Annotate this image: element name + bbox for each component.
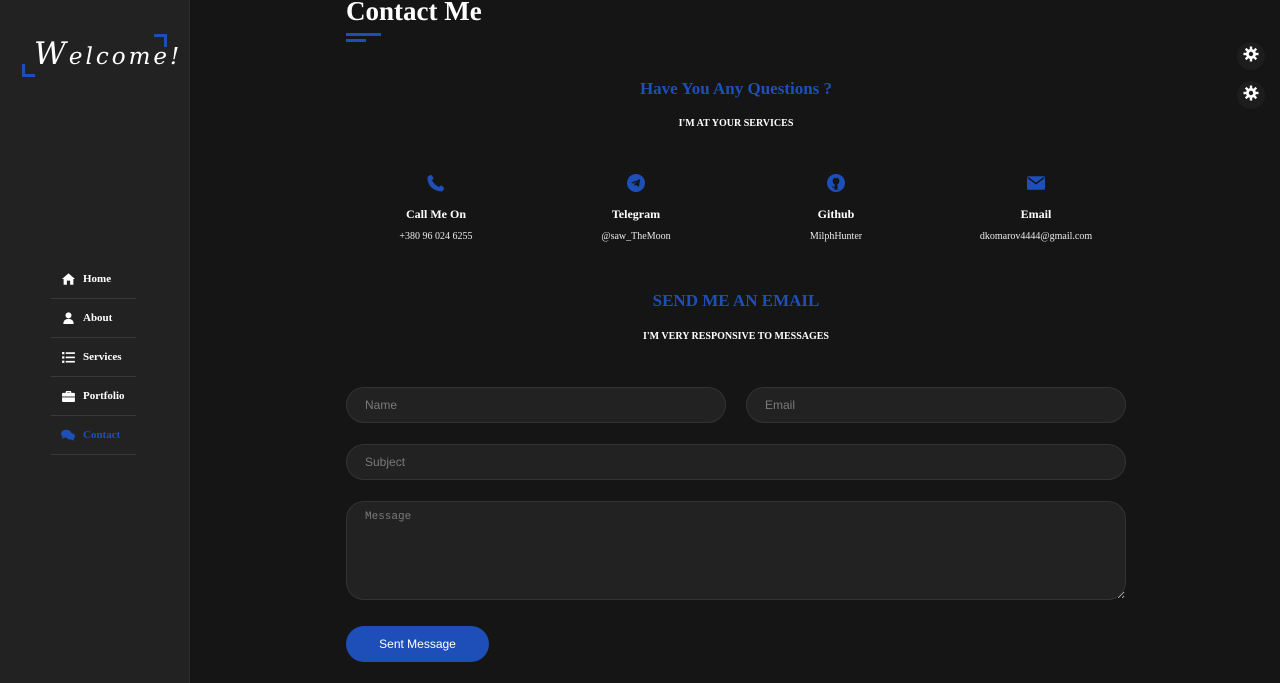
comments-icon (61, 428, 75, 442)
questions-heading: Have You Any Questions ? (639, 79, 833, 98)
page-title: Contact Me (346, 0, 482, 26)
list-icon (61, 350, 75, 364)
sidebar-item-services[interactable]: Services (51, 338, 136, 377)
email-subheading: I'M VERY RESPONSIVE TO MESSAGES (643, 331, 829, 342)
phone-icon (346, 172, 526, 194)
message-textarea[interactable] (346, 501, 1126, 600)
sidebar-item-label: Home (83, 273, 112, 285)
title-underline (346, 33, 381, 45)
logo-word: elcome! (68, 44, 183, 70)
sidebar-item-portfolio[interactable]: Portfolio (51, 377, 136, 416)
sidebar-item-label: Portfolio (83, 390, 125, 402)
contact-title: Email (1020, 207, 1052, 221)
contact-value: MilphHunter (809, 231, 863, 242)
sidebar-item-label: Contact (83, 429, 121, 441)
theme-settings-button[interactable] (1237, 81, 1265, 109)
contact-value: +380 96 024 6255 (399, 231, 473, 242)
send-message-button[interactable]: Sent Message (346, 626, 489, 662)
contact-phone: Call Me On +380 96 024 6255 (346, 172, 526, 242)
contact-title: Github (817, 207, 855, 221)
email-input[interactable] (746, 387, 1126, 423)
gear-icon (1243, 85, 1259, 106)
user-icon (61, 311, 75, 325)
contact-value: @saw_TheMoon (601, 231, 671, 242)
settings-button[interactable] (1237, 42, 1265, 70)
github-icon (746, 172, 926, 194)
contact-value: dkomarov4444@gmail.com (979, 231, 1093, 242)
logo: Welcome! (22, 34, 179, 77)
subject-input[interactable] (346, 444, 1126, 480)
questions-subheading: I'M AT YOUR SERVICES (678, 118, 794, 129)
contact-email: Email dkomarov4444@gmail.com (946, 172, 1126, 242)
sidebar-item-about[interactable]: About (51, 299, 136, 338)
sidebar-item-contact[interactable]: Contact (51, 416, 136, 455)
sidebar-item-home[interactable]: Home (51, 260, 136, 299)
email-heading: SEND ME AN EMAIL (652, 291, 820, 310)
contact-title: Telegram (611, 207, 661, 221)
name-input[interactable] (346, 387, 726, 423)
gear-icon (1243, 46, 1259, 67)
home-icon (61, 272, 75, 286)
contact-telegram: Telegram @saw_TheMoon (546, 172, 726, 242)
envelope-icon (946, 172, 1126, 194)
logo-text: Welcome! (34, 36, 182, 72)
briefcase-icon (61, 389, 75, 403)
contact-github: Github MilphHunter (746, 172, 926, 242)
sidebar-nav: Home About Services Portfolio Contact (51, 260, 136, 455)
telegram-icon (546, 172, 726, 194)
logo-initial: W (34, 36, 69, 72)
contact-title: Call Me On (406, 207, 466, 221)
sidebar-item-label: About (83, 312, 113, 324)
sidebar-item-label: Services (83, 351, 122, 363)
sidebar: Welcome! Home About Services Portfolio C… (0, 0, 190, 683)
